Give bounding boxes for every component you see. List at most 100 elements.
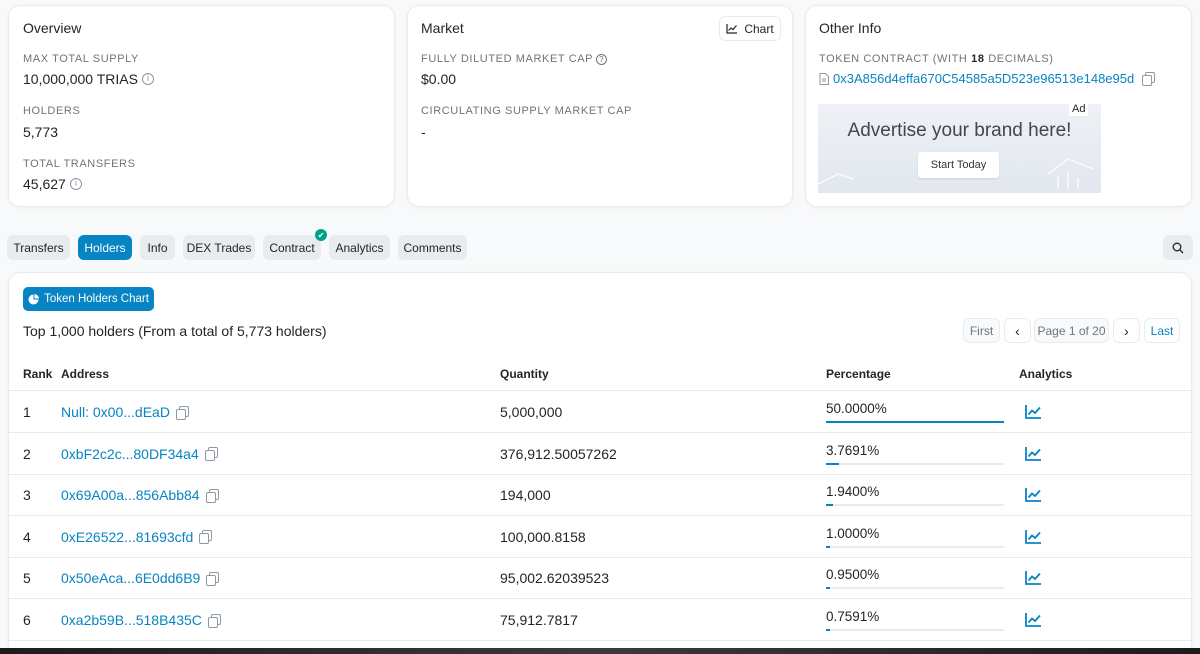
table-row: 3 0x69A00a...856Abb84 194,000 1.9400% bbox=[9, 474, 1191, 517]
ad-badge: Ad bbox=[1069, 102, 1089, 116]
transfers-value: 45,627 i bbox=[23, 176, 82, 192]
token-contract-label: TOKEN CONTRACT (WITH 18 DECIMALS) bbox=[819, 53, 1054, 65]
col-rank: Rank bbox=[23, 367, 53, 381]
pagination-last[interactable]: Last bbox=[1144, 318, 1180, 343]
quantity-value: 376,912.50057262 bbox=[500, 445, 617, 462]
contract-address-link[interactable]: 0x3A856d4effa670C54585a5D523e96513e148e9… bbox=[833, 71, 1134, 86]
other-info-title: Other Info bbox=[819, 20, 882, 36]
table-row: 4 0xE26522...81693cfd 100,000.8158 1.0000% bbox=[9, 516, 1191, 558]
analytics-chart-icon[interactable] bbox=[1025, 570, 1042, 586]
rank-value: 3 bbox=[23, 487, 31, 504]
market-chart-button[interactable]: Chart bbox=[719, 16, 781, 41]
percentage-value: 3.7691% bbox=[826, 442, 880, 458]
tab-transfers[interactable]: Transfers bbox=[7, 235, 70, 260]
contract-label-post: DECIMALS) bbox=[984, 53, 1054, 65]
holder-address-link[interactable]: 0xbF2c2c...80DF34a4 bbox=[61, 446, 199, 462]
col-analytics: Analytics bbox=[1019, 367, 1073, 381]
fdmc-label-text: FULLY DILUTED MARKET CAP bbox=[421, 53, 594, 65]
address-cell: 0xa2b59B...518B435C bbox=[61, 612, 221, 628]
fdmc-value: $0.00 bbox=[421, 71, 457, 87]
copy-icon[interactable] bbox=[205, 488, 219, 503]
percentage-value: 0.7591% bbox=[826, 609, 880, 624]
market-card: Market Chart FULLY DILUTED MARKET CAP? $… bbox=[407, 5, 793, 207]
info-icon[interactable]: i bbox=[69, 178, 82, 190]
document-icon bbox=[819, 72, 829, 85]
tab-analytics[interactable]: Analytics bbox=[329, 235, 390, 260]
copy-icon[interactable] bbox=[1142, 72, 1156, 86]
pie-chart-icon bbox=[28, 293, 40, 304]
token-holders-chart-button[interactable]: Token Holders Chart bbox=[23, 287, 154, 311]
copy-icon[interactable] bbox=[204, 447, 218, 462]
copy-icon[interactable] bbox=[175, 405, 189, 420]
tab-info[interactable]: Info bbox=[140, 235, 175, 260]
holder-address-link[interactable]: 0x69A00a...856Abb84 bbox=[61, 487, 200, 503]
quantity-value: 194,000 bbox=[500, 487, 551, 504]
ad-decoration bbox=[818, 158, 1094, 189]
holders-label: HOLDERS bbox=[23, 105, 81, 117]
quantity-cell: 95,002.62039523 bbox=[500, 570, 609, 586]
tab-contract[interactable]: Contract bbox=[263, 235, 321, 260]
percentage-bar-fill bbox=[826, 587, 830, 590]
rank-cell: 5 bbox=[23, 570, 31, 586]
percentage-bar bbox=[826, 421, 1004, 423]
transfers-text: 45,627 bbox=[23, 176, 66, 192]
pagination-next[interactable]: › bbox=[1113, 318, 1140, 343]
col-percentage: Percentage bbox=[826, 367, 891, 381]
table-row: 5 0x50eAca...6E0dd6B9 95,002.62039523 0.950… bbox=[9, 557, 1191, 600]
holders-chart-label: Token Holders Chart bbox=[44, 293, 149, 305]
csmc-value: - bbox=[421, 124, 426, 140]
col-address: Address bbox=[61, 367, 110, 381]
question-icon[interactable]: ? bbox=[596, 53, 608, 65]
csmc-label: CIRCULATING SUPPLY MARKET CAP bbox=[421, 105, 632, 117]
table-row: 2 0xbF2c2c...80DF34a4 376,912.50057262 3.76… bbox=[9, 433, 1191, 475]
analytics-chart-icon[interactable] bbox=[1025, 446, 1042, 461]
info-icon[interactable]: i bbox=[141, 73, 154, 85]
contract-address-row: 0x3A856d4effa670C54585a5D523e96513e148e9… bbox=[819, 71, 1156, 86]
address-cell: 0x69A00a...856Abb84 bbox=[61, 487, 219, 503]
percentage-bar-fill bbox=[826, 504, 833, 507]
analytics-chart-icon[interactable] bbox=[1025, 612, 1042, 627]
address-cell: Null: 0x00...dEaD bbox=[61, 404, 189, 420]
percentage-bar bbox=[826, 587, 1004, 590]
ad-banner[interactable]: Advertise your brand here! Start Today bbox=[818, 104, 1101, 193]
holder-address-link[interactable]: 0xa2b59B...518B435C bbox=[61, 612, 202, 628]
search-icon bbox=[1172, 242, 1184, 253]
analytics-chart-icon[interactable] bbox=[1025, 487, 1042, 503]
col-quantity: Quantity bbox=[500, 367, 549, 381]
line-chart-icon bbox=[726, 24, 738, 34]
verified-check-icon: ✔ bbox=[315, 229, 327, 241]
percentage-bar bbox=[826, 462, 1004, 465]
holder-address-link[interactable]: 0x50eAca...6E0dd6B9 bbox=[61, 570, 200, 586]
search-button[interactable] bbox=[1163, 235, 1193, 260]
percentage-value: 0.9500% bbox=[826, 567, 880, 583]
address-cell: 0x50eAca...6E0dd6B9 bbox=[61, 570, 220, 586]
tab-dex-trades[interactable]: DEX Trades bbox=[183, 235, 255, 260]
tab-comments[interactable]: Comments bbox=[398, 235, 467, 260]
contract-label-pre: TOKEN CONTRACT (WITH bbox=[819, 53, 972, 65]
holder-address-link[interactable]: Null: 0x00...dEaD bbox=[61, 404, 170, 420]
analytics-chart-icon[interactable] bbox=[1025, 404, 1042, 419]
address-cell: 0xbF2c2c...80DF34a4 bbox=[61, 446, 218, 462]
pagination-first[interactable]: First bbox=[963, 318, 1000, 343]
ad-cta-button[interactable]: Start Today bbox=[918, 152, 999, 178]
rank-cell: 2 bbox=[23, 446, 31, 462]
pagination-page-indicator: Page 1 of 20 bbox=[1034, 318, 1109, 343]
contract-decimals: 18 bbox=[971, 53, 985, 65]
other-info-card: Other Info TOKEN CONTRACT (WITH 18 DECIM… bbox=[805, 5, 1192, 207]
max-supply-value: 10,000,000 TRIAS i bbox=[23, 71, 154, 87]
pagination-prev[interactable]: ‹ bbox=[1004, 318, 1031, 343]
analytics-chart-icon[interactable] bbox=[1025, 529, 1042, 544]
rank-value: 1 bbox=[23, 404, 31, 420]
tab-holders[interactable]: Holders bbox=[78, 235, 132, 260]
percentage-bar-fill bbox=[826, 421, 1004, 423]
quantity-cell: 100,000.8158 bbox=[500, 529, 586, 545]
rank-cell: 4 bbox=[23, 529, 31, 545]
transfers-label: TOTAL TRANSFERS bbox=[23, 158, 136, 170]
overview-title: Overview bbox=[23, 20, 82, 36]
percentage-bar-fill bbox=[826, 545, 830, 548]
holder-address-link[interactable]: 0xE26522...81693cfd bbox=[61, 529, 193, 545]
copy-icon[interactable] bbox=[207, 613, 221, 628]
copy-icon[interactable] bbox=[199, 530, 213, 545]
copy-icon[interactable] bbox=[206, 571, 220, 586]
percentage-bar-fill bbox=[826, 629, 830, 631]
